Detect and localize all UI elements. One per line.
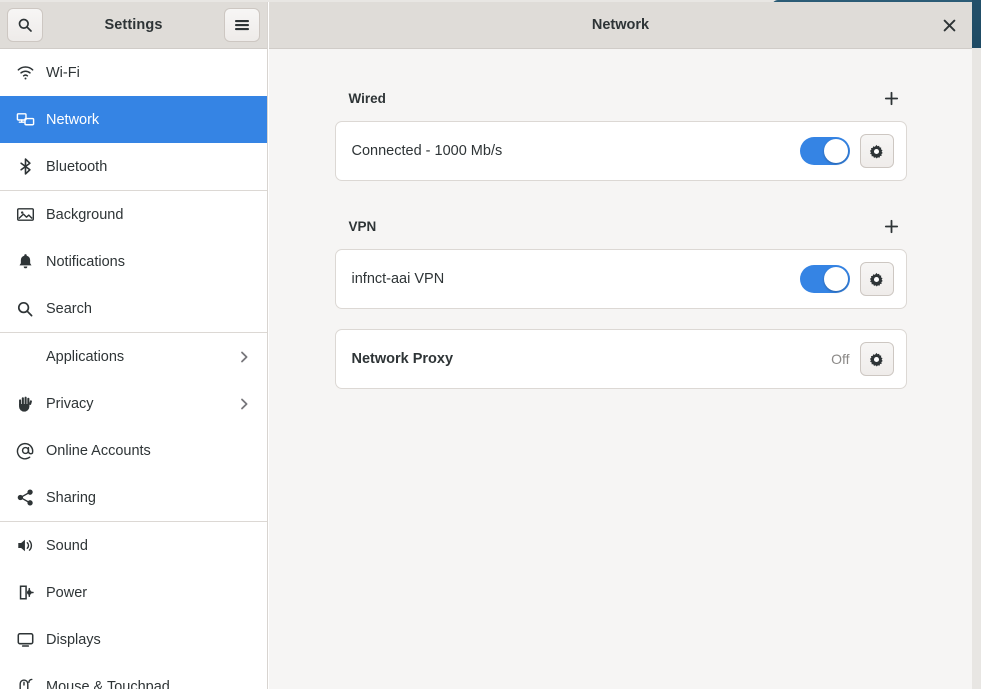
toggle-knob [823,267,848,291]
add-wired-connection-button[interactable] [879,85,905,111]
sidebar-item-sharing[interactable]: Sharing [0,474,267,521]
network-proxy-section: Network Proxy Off [334,329,907,389]
search-icon [17,17,33,33]
sidebar-item-applications[interactable]: Applications [0,333,267,380]
wired-connection-row[interactable]: Connected - 1000 Mb/s [336,122,906,180]
search-button[interactable] [7,8,43,42]
row-controls: Off [831,342,894,376]
sidebar-item-displays[interactable]: Displays [0,616,267,663]
mouse-icon [14,676,36,689]
screen: Settings Wi-Fi Network Bluetooth Backgro… [0,0,981,689]
plus-icon [884,91,899,106]
vpn-connection-toggle[interactable] [799,265,850,293]
display-monitor-icon [14,629,36,651]
sidebar: Settings Wi-Fi Network Bluetooth Backgro… [0,2,268,689]
wired-section-header: Wired [335,85,907,121]
sidebar-item-label: Wi-Fi [46,64,80,81]
battery-icon [14,582,36,604]
sidebar-item-network[interactable]: Network [0,96,267,143]
close-icon [943,19,956,32]
plus-icon [884,219,899,234]
background-image-icon [14,204,36,226]
network-proxy-card: Network Proxy Off [334,329,907,389]
sidebar-item-label: Notifications [46,253,125,270]
wired-connection-label: Connected - 1000 Mb/s [351,143,503,159]
sidebar-item-label: Mouse & Touchpad [46,678,170,689]
sidebar-headerbar: Settings [0,2,267,49]
sidebar-item-online-accounts[interactable]: Online Accounts [0,427,267,474]
content-headerbar: Network [269,2,972,49]
search-icon [14,298,36,320]
page-title: Network [591,17,650,33]
bluetooth-icon [14,156,36,178]
settings-window: Settings Wi-Fi Network Bluetooth Backgro… [0,2,972,689]
network-icon [14,109,36,131]
network-proxy-status: Off [831,351,850,367]
sidebar-item-label: Displays [46,631,101,648]
chevron-right-icon [237,350,251,364]
wired-section: Wired Connected - 1000 Mb/s [334,49,907,181]
sidebar-item-power[interactable]: Power [0,569,267,616]
gear-icon [869,272,884,287]
close-window-button[interactable] [936,12,962,38]
sidebar-item-background[interactable]: Background [0,191,267,238]
share-icon [14,487,36,509]
vpn-section-header: VPN [335,213,907,249]
no-icon-placeholder [14,346,36,368]
sidebar-item-mouse-touchpad[interactable]: Mouse & Touchpad [0,663,267,689]
sidebar-item-list: Wi-Fi Network Bluetooth Background Notif… [0,49,267,689]
row-controls [799,262,894,296]
gear-icon [869,352,884,367]
hamburger-menu-icon [234,18,250,32]
vpn-card: infnct-aai VPN [334,249,907,309]
sidebar-item-label: Privacy [46,395,94,412]
network-proxy-label: Network Proxy [351,351,454,367]
sidebar-item-sound[interactable]: Sound [0,522,267,569]
sidebar-item-label: Background [46,206,124,223]
vpn-settings-button[interactable] [859,262,894,296]
network-proxy-settings-button[interactable] [859,342,894,376]
at-sign-icon [14,440,36,462]
vpn-connection-label: infnct-aai VPN [351,271,445,287]
sidebar-item-search[interactable]: Search [0,285,267,332]
sidebar-item-label: Applications [46,348,125,365]
add-vpn-button[interactable] [879,213,905,239]
content-panel: Network Wired Connected - 1000 Mb/s VPN … [269,2,972,689]
sidebar-item-bluetooth[interactable]: Bluetooth [0,143,267,190]
sidebar-item-label: Sharing [46,489,96,506]
wifi-icon [14,62,36,84]
sidebar-item-notifications[interactable]: Notifications [0,238,267,285]
section-title: Wired [348,90,386,106]
gear-icon [869,144,884,159]
background-window-edge [972,0,981,48]
sidebar-item-label: Power [46,584,88,601]
vpn-section: VPN infnct-aai VPN [334,213,907,309]
sidebar-item-label: Network [46,111,100,128]
sidebar-item-wifi[interactable]: Wi-Fi [0,49,267,96]
sidebar-item-label: Sound [46,537,88,554]
network-settings-body: Wired Connected - 1000 Mb/s VPN infnct-a… [269,49,972,689]
sidebar-item-label: Search [46,300,92,317]
bell-icon [14,251,36,273]
network-proxy-row[interactable]: Network Proxy Off [336,330,906,388]
wired-card: Connected - 1000 Mb/s [334,121,907,181]
hand-icon [14,393,36,415]
toggle-knob [823,139,848,163]
speaker-icon [14,535,36,557]
chevron-right-icon [237,397,251,411]
sidebar-title: Settings [104,17,163,33]
sidebar-item-label: Online Accounts [46,442,151,459]
wired-connection-toggle[interactable] [799,137,850,165]
row-controls [799,134,894,168]
sidebar-item-label: Bluetooth [46,158,108,175]
sidebar-item-privacy[interactable]: Privacy [0,380,267,427]
wired-settings-button[interactable] [859,134,894,168]
main-menu-button[interactable] [224,8,260,42]
vpn-connection-row[interactable]: infnct-aai VPN [336,250,906,308]
section-title: VPN [348,218,377,234]
